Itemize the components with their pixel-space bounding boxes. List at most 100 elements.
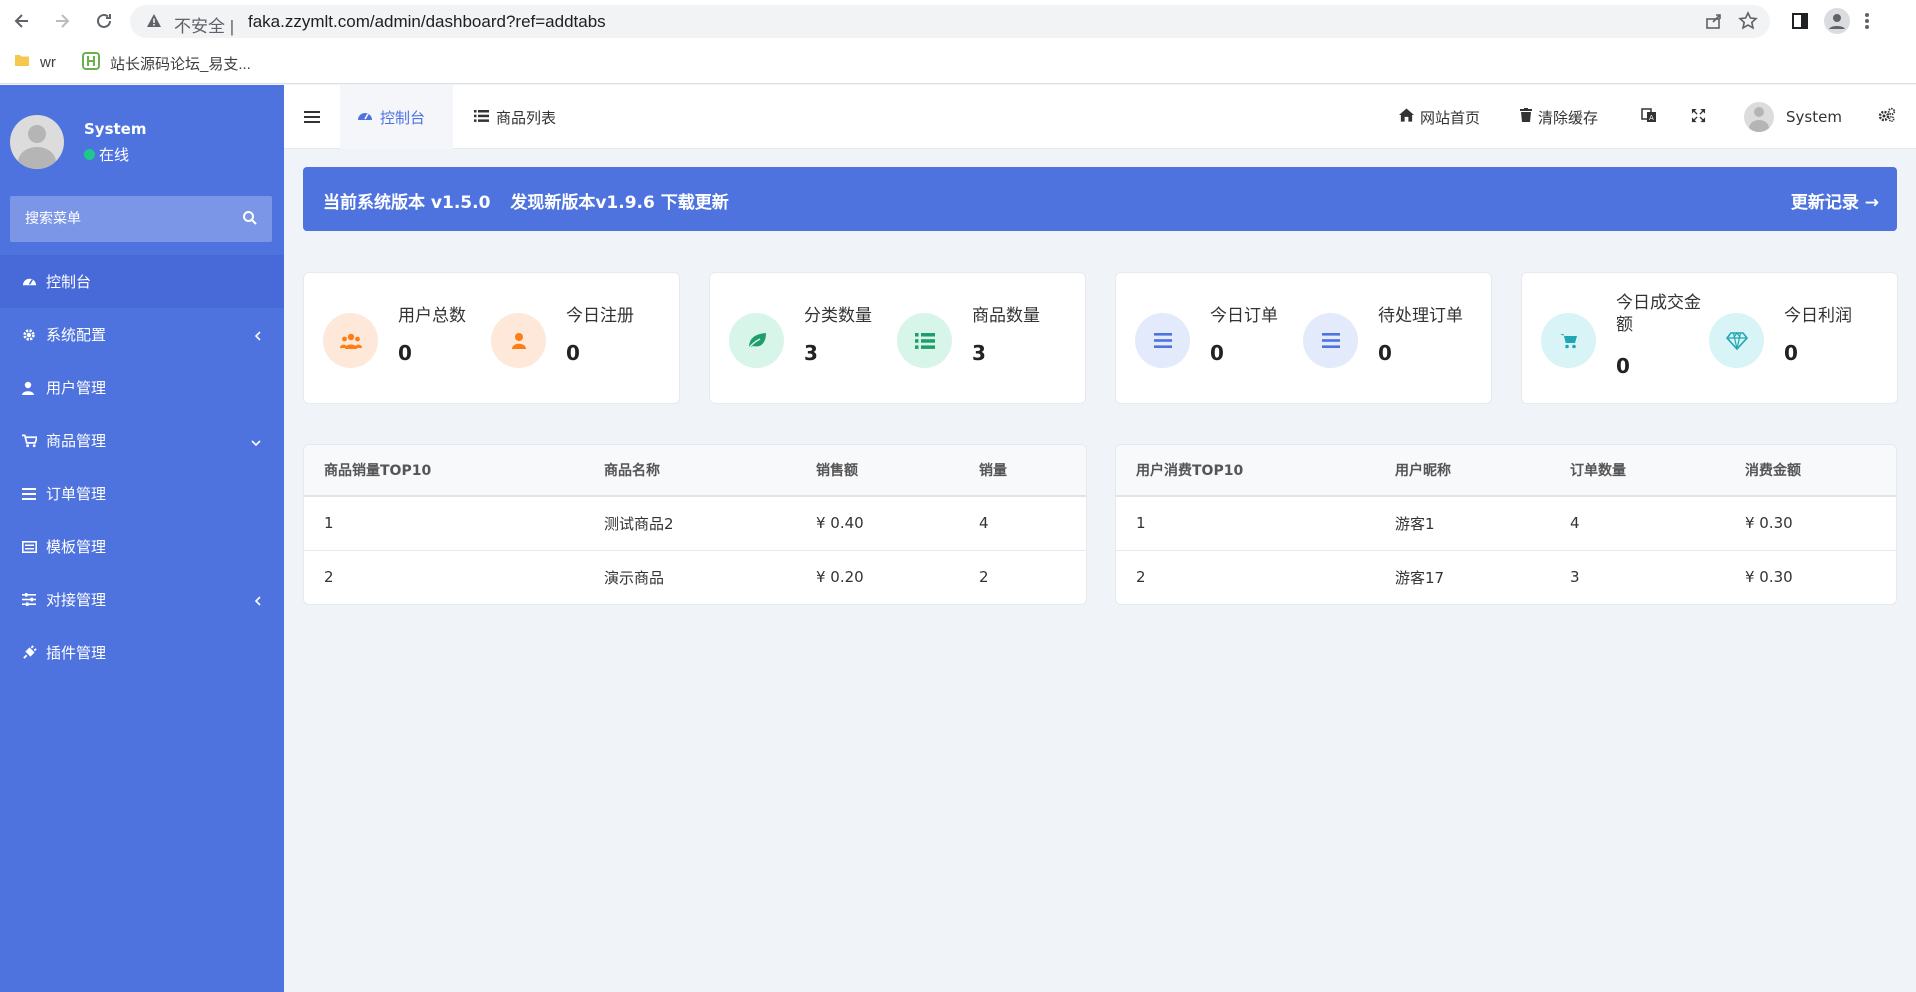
language-icon: A xyxy=(1641,107,1657,127)
sidebar-item-label: 控制台 xyxy=(46,273,92,291)
tab-label: 控制台 xyxy=(380,108,426,127)
back-icon[interactable] xyxy=(10,9,34,33)
kebab-menu-icon[interactable] xyxy=(1864,11,1870,35)
language-button[interactable]: A xyxy=(1641,85,1657,149)
gear-icon xyxy=(22,328,42,342)
bookmark-item[interactable]: wr xyxy=(14,52,56,72)
user-top10-table: 用户消费TOP10 用户昵称 订单数量 消费金额 1 游客1 4 ¥ 0.30 … xyxy=(1115,444,1897,605)
table-cell: 游客17 xyxy=(1375,549,1550,604)
site-home-label: 网站首页 xyxy=(1420,108,1481,127)
url-text[interactable]: faka.zzymlt.com/admin/dashboard?ref=addt… xyxy=(248,12,606,32)
share-icon[interactable] xyxy=(1704,11,1724,35)
table-cell: ¥ 0.30 xyxy=(1725,495,1896,550)
home-icon xyxy=(1399,108,1414,126)
sidebar-item-system-config[interactable]: 系统配置 xyxy=(0,308,284,361)
fullscreen-button[interactable] xyxy=(1691,85,1706,149)
table-cell: 1 xyxy=(1116,495,1375,550)
sidebar-item-templates[interactable]: 模板管理 xyxy=(0,520,284,573)
cart-icon xyxy=(22,434,42,448)
stat-card: 今日订单 0 待处理订单 0 xyxy=(1115,272,1492,404)
bookmarks-bar: wr 站长源码论坛_易支... xyxy=(0,42,1916,84)
table-cell: 1 xyxy=(304,495,584,550)
bookmark-item[interactable]: 站长源码论坛_易支... xyxy=(82,52,251,74)
changelog-link[interactable]: 更新记录 → xyxy=(1791,188,1879,213)
table-cell: 演示商品 xyxy=(584,549,796,604)
star-icon[interactable] xyxy=(1738,11,1758,35)
sidebar-item-dashboard[interactable]: 控制台 xyxy=(0,255,284,308)
list-icon xyxy=(474,108,489,126)
chevron-down-icon xyxy=(250,434,262,452)
settings-button[interactable] xyxy=(1878,85,1896,149)
hamburger-menu-icon[interactable] xyxy=(304,109,320,128)
insecure-label: 不安全 | xyxy=(174,17,235,36)
diamond-icon xyxy=(1709,313,1764,368)
profile-icon[interactable] xyxy=(1824,8,1850,38)
table-cell: 4 xyxy=(959,495,1086,550)
new-version-link[interactable]: 发现新版本v1.9.6 下载更新 xyxy=(510,193,728,213)
menu-icon xyxy=(1135,313,1190,368)
dashboard-icon xyxy=(357,108,373,126)
forward-icon[interactable] xyxy=(50,9,74,33)
table-cell: 3 xyxy=(1550,549,1725,604)
table-cell: ¥ 0.30 xyxy=(1725,549,1896,604)
column-header: 用户消费TOP10 xyxy=(1116,445,1375,497)
sidebar-item-users[interactable]: 用户管理 xyxy=(0,361,284,414)
table-row: 1 游客1 4 ¥ 0.30 xyxy=(1116,495,1896,550)
chevron-left-icon xyxy=(254,593,262,611)
user-panel: System 在线 xyxy=(10,115,146,169)
browser-toolbar: 不安全 | faka.zzymlt.com/admin/dashboard?re… xyxy=(0,0,1916,42)
stat-label: 商品数量 xyxy=(972,306,1040,326)
site-home-link[interactable]: 网站首页 xyxy=(1399,85,1480,149)
menu-search xyxy=(10,196,272,242)
sidebar-item-products[interactable]: 商品管理 xyxy=(0,414,284,467)
plug-icon xyxy=(22,645,42,660)
stat-value: 3 xyxy=(972,341,986,365)
user-menu-name: System xyxy=(1786,108,1842,126)
user-menu[interactable]: System xyxy=(1744,85,1842,149)
sidebar-item-label: 插件管理 xyxy=(46,644,107,662)
sidebar-item-orders[interactable]: 订单管理 xyxy=(0,467,284,520)
sidebar-menu: 控制台 系统配置 用户管理 商品管理 订单管理 模板管理 对接管理 插件管理 xyxy=(0,255,284,679)
avatar xyxy=(1744,102,1774,132)
sidepanel-icon[interactable] xyxy=(1790,11,1810,35)
stat-label: 待处理订单 xyxy=(1378,306,1463,326)
stat-label: 今日注册 xyxy=(566,306,634,326)
table-cell: ¥ 0.20 xyxy=(796,549,959,604)
table-cell: 4 xyxy=(1550,495,1725,550)
column-header: 用户昵称 xyxy=(1375,445,1550,497)
tab-product-list[interactable]: 商品列表 xyxy=(474,85,556,149)
search-icon[interactable] xyxy=(242,210,258,230)
sidebar-item-label: 系统配置 xyxy=(46,326,107,344)
tab-dashboard[interactable]: 控制台 xyxy=(340,85,453,149)
sidebar: System 在线 控制台 系统配置 xyxy=(0,85,284,992)
stat-value: 0 xyxy=(1210,341,1224,365)
table-row: 2 游客17 3 ¥ 0.30 xyxy=(1116,549,1896,604)
current-version: 当前系统版本 v1.5.0 xyxy=(323,193,491,213)
template-icon xyxy=(22,540,42,553)
stat-label: 用户总数 xyxy=(398,306,466,326)
sidebar-item-label: 商品管理 xyxy=(46,432,107,450)
sidebar-item-label: 用户管理 xyxy=(46,379,107,397)
bookmark-label: 站长源码论坛_易支... xyxy=(110,55,251,73)
leaf-icon xyxy=(729,313,784,368)
tab-label: 商品列表 xyxy=(496,108,557,127)
sidebar-item-plugins[interactable]: 插件管理 xyxy=(0,626,284,679)
user-status: 在线 xyxy=(84,144,146,165)
table-header-row: 用户消费TOP10 用户昵称 订单数量 消费金额 xyxy=(1116,445,1896,497)
stat-value: 0 xyxy=(566,341,580,365)
column-header: 商品名称 xyxy=(584,445,796,497)
user-name: System xyxy=(84,119,147,138)
stat-value: 0 xyxy=(1378,341,1392,365)
sidebar-item-integrations[interactable]: 对接管理 xyxy=(0,573,284,626)
table-header-row: 商品销量TOP10 商品名称 销售额 销量 xyxy=(304,445,1086,497)
sidebar-item-label: 对接管理 xyxy=(46,591,107,609)
online-dot-icon xyxy=(84,148,95,160)
clear-cache-button[interactable]: 清除缓存 xyxy=(1520,85,1598,149)
table-cell: 测试商品2 xyxy=(584,495,796,550)
bookmark-label: wr xyxy=(40,53,56,71)
chevron-left-icon xyxy=(254,328,262,346)
address-bar[interactable]: 不安全 | faka.zzymlt.com/admin/dashboard?re… xyxy=(130,5,1770,38)
svg-text:A: A xyxy=(1649,114,1654,122)
reload-icon[interactable] xyxy=(92,9,116,33)
menu-search-input[interactable] xyxy=(10,196,210,242)
